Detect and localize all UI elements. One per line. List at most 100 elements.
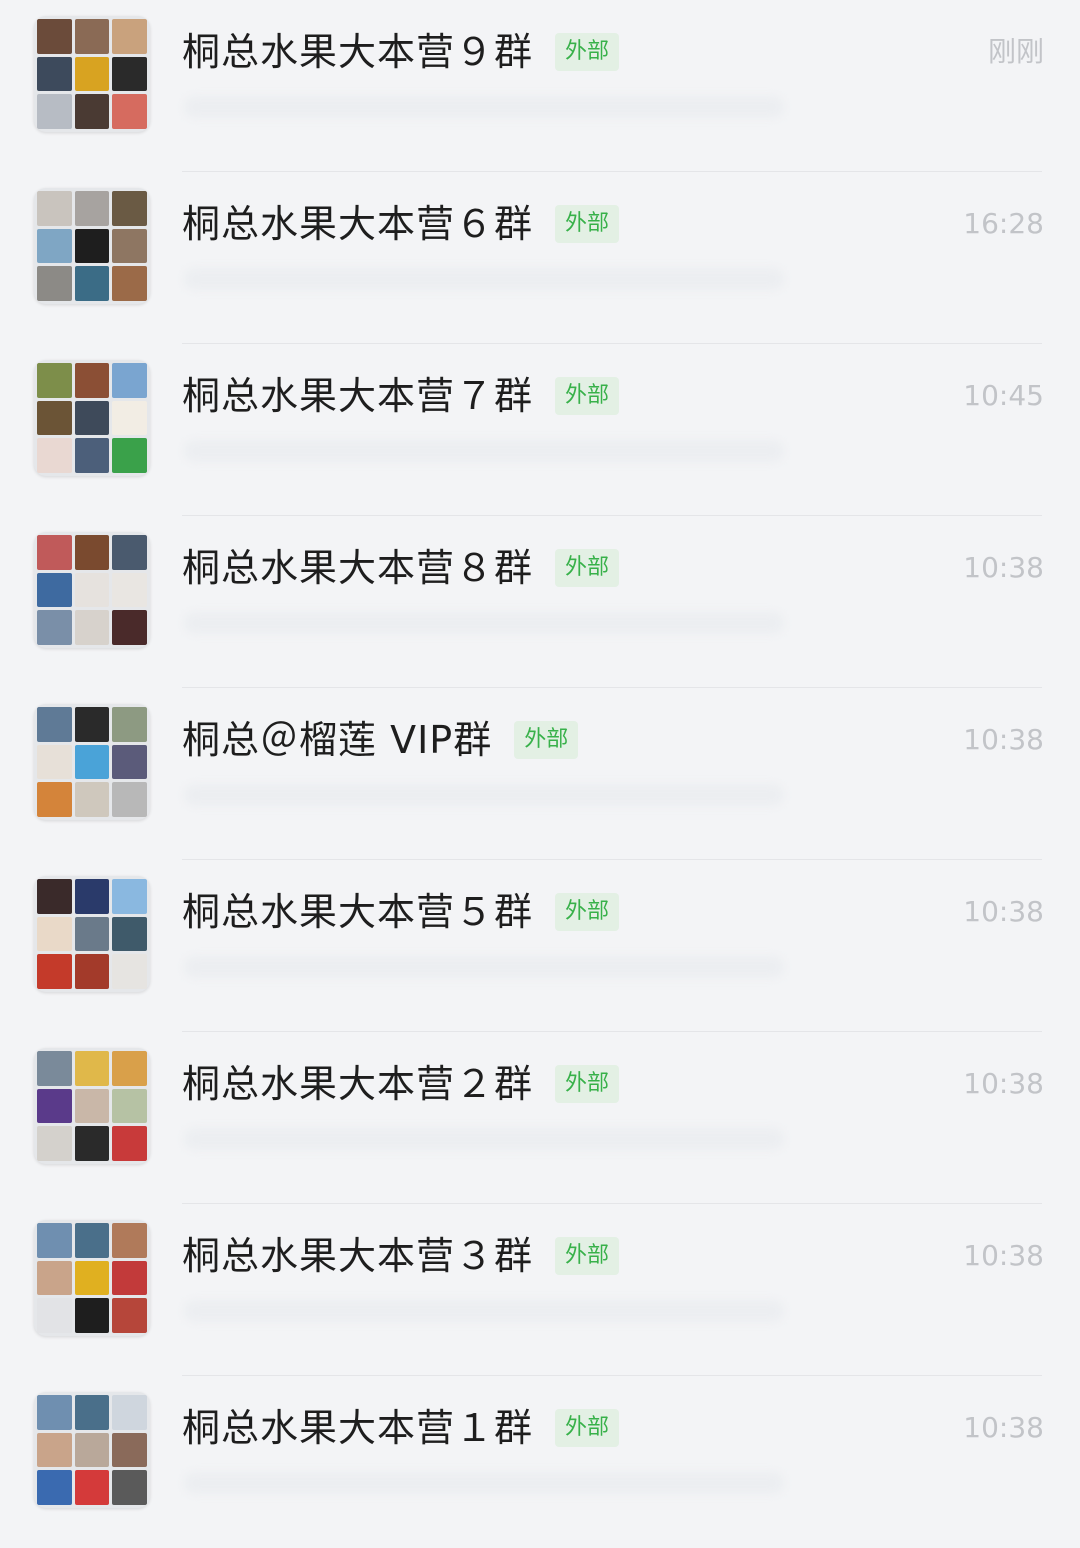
blurred-preview [184,784,784,806]
member-photo-tile [112,782,147,817]
external-tag: 外部 [555,1065,620,1103]
chat-name: 桐总＠榴莲 VIP群 [182,718,493,762]
member-photo-tile [112,1395,147,1430]
member-photo-tile [37,1432,72,1468]
member-photo-tile [37,438,72,473]
member-photo-tile [37,266,72,301]
chat-time: 10:38 [963,723,1044,756]
member-photo-tile [37,954,72,989]
chat-row[interactable]: 桐总水果大本营８群 外部 10:38 [0,516,1080,688]
member-photo-tile [112,1298,147,1333]
member-photo-tile [74,1126,110,1161]
member-photo-tile [37,782,72,817]
member-photo-tile [74,400,110,436]
member-photo-tile [74,1260,110,1296]
chat-time: 16:28 [963,207,1044,240]
member-photo-tile [37,1223,72,1258]
chat-row[interactable]: 桐总水果大本营３群 外部 10:38 [0,1204,1080,1376]
member-photo-tile [74,438,110,473]
member-photo-tile [37,1088,72,1124]
external-tag: 外部 [555,1237,620,1275]
blurred-preview [184,1472,784,1494]
external-tag: 外部 [555,33,620,71]
member-photo-tile [37,400,72,436]
member-photo-tile [112,191,147,226]
chat-time: 10:45 [963,379,1044,412]
member-photo-tile [112,572,147,608]
blurred-preview [184,96,784,118]
chat-name: 桐总水果大本营２群 [182,1062,534,1106]
member-photo-tile [112,954,147,989]
member-photo-tile [74,610,110,645]
member-photo-tile [112,916,147,952]
chat-name: 桐总水果大本营１群 [182,1406,534,1450]
member-photo-tile [74,266,110,301]
chat-time: 10:38 [963,1411,1044,1444]
external-tag: 外部 [555,549,620,587]
member-photo-tile [112,707,147,742]
member-photo-tile [74,19,110,54]
blurred-preview [184,956,784,978]
member-photo-tile [74,1223,110,1258]
member-photo-tile [74,56,110,92]
chat-name: 桐总水果大本营７群 [182,374,534,418]
member-photo-tile [37,879,72,914]
member-photo-tile [37,363,72,398]
blurred-preview [184,268,784,290]
group-avatar [34,360,150,476]
member-photo-tile [112,535,147,570]
chat-name: 桐总水果大本营３群 [182,1234,534,1278]
member-photo-tile [74,782,110,817]
member-photo-tile [37,94,72,129]
chat-row[interactable]: 桐总水果大本营１群 外部 10:38 [0,1376,1080,1548]
member-photo-tile [112,1432,147,1468]
member-photo-tile [37,191,72,226]
member-photo-tile [37,228,72,264]
external-tag: 外部 [514,721,579,759]
chat-list: 桐总水果大本营９群 外部 刚刚 桐总水果大本营６群 外部 16:28 桐总水果大… [0,0,1080,1515]
group-avatar [34,1048,150,1164]
member-photo-tile [74,535,110,570]
blurred-preview [184,440,784,462]
group-avatar [34,16,150,132]
member-photo-tile [112,266,147,301]
member-photo-tile [112,400,147,436]
member-photo-tile [74,228,110,264]
member-photo-tile [112,879,147,914]
member-photo-tile [112,363,147,398]
member-photo-tile [112,744,147,780]
group-avatar [34,876,150,992]
member-photo-tile [112,19,147,54]
external-tag: 外部 [555,893,620,931]
chat-row[interactable]: 桐总水果大本营７群 外部 10:45 [0,344,1080,516]
external-tag: 外部 [555,1409,620,1447]
chat-row[interactable]: 桐总水果大本营５群 外部 10:38 [0,860,1080,1032]
member-photo-tile [37,1260,72,1296]
chat-row[interactable]: 桐总水果大本营６群 外部 16:28 [0,172,1080,344]
blurred-preview [184,612,784,634]
member-photo-tile [74,1395,110,1430]
group-avatar [34,1392,150,1508]
chat-time: 10:38 [963,895,1044,928]
member-photo-tile [112,228,147,264]
group-avatar [34,704,150,820]
chat-row[interactable]: 桐总水果大本营２群 外部 10:38 [0,1032,1080,1204]
member-photo-tile [74,1470,110,1505]
member-photo-tile [112,438,147,473]
member-photo-tile [112,1470,147,1505]
member-photo-tile [74,1298,110,1333]
chat-time: 10:38 [963,551,1044,584]
member-photo-tile [37,916,72,952]
chat-name: 桐总水果大本营６群 [182,202,534,246]
chat-name: 桐总水果大本营８群 [182,546,534,590]
member-photo-tile [37,56,72,92]
blurred-preview [184,1128,784,1150]
member-photo-tile [112,1260,147,1296]
chat-time: 刚刚 [987,35,1044,68]
member-photo-tile [112,56,147,92]
member-photo-tile [74,191,110,226]
chat-row[interactable]: 桐总＠榴莲 VIP群 外部 10:38 [0,688,1080,860]
member-photo-tile [37,744,72,780]
group-avatar [34,532,150,648]
chat-row[interactable]: 桐总水果大本营９群 外部 刚刚 [0,0,1080,172]
